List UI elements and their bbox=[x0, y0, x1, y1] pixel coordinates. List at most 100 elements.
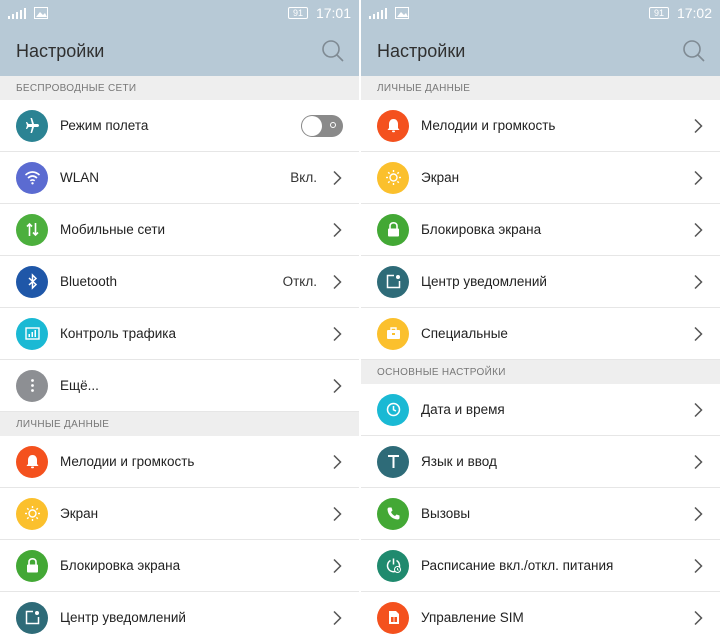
gallery-icon bbox=[395, 7, 409, 19]
settings-item-label: Язык и ввод bbox=[421, 454, 497, 469]
airplane-mode-toggle[interactable] bbox=[301, 114, 343, 137]
search-icon[interactable] bbox=[682, 39, 706, 63]
power-schedule-icon bbox=[377, 549, 409, 582]
gallery-icon bbox=[34, 7, 48, 19]
settings-item[interactable]: Контроль трафика bbox=[0, 308, 359, 360]
notification-icon bbox=[377, 265, 409, 298]
settings-item[interactable]: Центр уведомлений bbox=[361, 256, 720, 308]
settings-item-value: Откл. bbox=[282, 274, 317, 289]
toggle-knob bbox=[302, 115, 322, 136]
status-bar: 91 17:02 bbox=[361, 0, 720, 26]
traffic-icon bbox=[16, 317, 48, 350]
chevron-right-icon bbox=[694, 274, 703, 289]
settings-item[interactable]: Специальные bbox=[361, 308, 720, 360]
chevron-right-icon bbox=[333, 378, 342, 393]
settings-item-label: Центр уведомлений bbox=[421, 274, 547, 289]
settings-screen-right: 91 17:02 Настройки ЛИЧНЫЕ ДАННЫЕ Мелодии … bbox=[361, 0, 720, 640]
chevron-right-icon bbox=[333, 326, 342, 341]
settings-item-label: Управление SIM bbox=[421, 610, 524, 625]
battery-indicator: 91 bbox=[287, 7, 308, 19]
settings-item-label: Центр уведомлений bbox=[60, 610, 186, 625]
sim-icon bbox=[377, 601, 409, 634]
settings-item-label: Bluetooth bbox=[60, 274, 118, 289]
chevron-right-icon bbox=[694, 222, 703, 237]
page-title: Настройки bbox=[16, 40, 105, 61]
settings-item[interactable]: Блокировка экрана bbox=[361, 204, 720, 256]
section-header: ЛИЧНЫЕ ДАННЫЕ bbox=[361, 76, 720, 100]
settings-item[interactable]: Bluetooth Откл. bbox=[0, 256, 359, 308]
settings-item[interactable]: Блокировка экрана bbox=[0, 540, 359, 592]
mobile-data-icon bbox=[16, 213, 48, 246]
airplane-icon bbox=[16, 109, 48, 142]
settings-screen-left: 91 17:01 Настройки БЕСПРОВОДНЫЕ СЕТИ Режи… bbox=[0, 0, 359, 640]
app-bar: Настройки bbox=[0, 26, 359, 76]
signal-icon bbox=[369, 7, 387, 19]
chevron-right-icon bbox=[694, 170, 703, 185]
battery-indicator: 91 bbox=[648, 7, 669, 19]
chevron-right-icon bbox=[694, 558, 703, 573]
settings-item-label: Мобильные сети bbox=[60, 222, 166, 237]
chevron-right-icon bbox=[694, 326, 703, 341]
settings-item[interactable]: Дата и время bbox=[361, 384, 720, 436]
settings-item[interactable]: Экран bbox=[0, 488, 359, 540]
settings-item-label: Дата и время bbox=[421, 402, 505, 417]
chevron-right-icon bbox=[333, 506, 342, 521]
settings-item[interactable]: Режим полета bbox=[0, 100, 359, 152]
settings-item-label: Мелодии и громкость bbox=[60, 454, 195, 469]
settings-item[interactable]: Ещё... bbox=[0, 360, 359, 412]
brightness-icon bbox=[16, 497, 48, 530]
settings-item-value: Вкл. bbox=[290, 170, 317, 185]
settings-item[interactable]: Мелодии и громкость bbox=[361, 100, 720, 152]
app-bar: Настройки bbox=[361, 26, 720, 76]
settings-item-label: Ещё... bbox=[60, 378, 99, 393]
settings-item[interactable]: Язык и ввод bbox=[361, 436, 720, 488]
chevron-right-icon bbox=[694, 610, 703, 625]
language-icon bbox=[377, 445, 409, 478]
settings-item[interactable]: Экран bbox=[361, 152, 720, 204]
settings-item[interactable]: WLAN Вкл. bbox=[0, 152, 359, 204]
settings-item-label: Блокировка экрана bbox=[421, 222, 542, 237]
chevron-right-icon bbox=[694, 118, 703, 133]
chevron-right-icon bbox=[694, 454, 703, 469]
settings-item-label: Блокировка экрана bbox=[60, 558, 181, 573]
section-header: БЕСПРОВОДНЫЕ СЕТИ bbox=[0, 76, 359, 100]
more-icon bbox=[16, 369, 48, 402]
search-icon[interactable] bbox=[321, 39, 345, 63]
page-title: Настройки bbox=[377, 40, 466, 61]
settings-item-label: Контроль трафика bbox=[60, 326, 176, 341]
notification-icon bbox=[16, 601, 48, 634]
settings-item[interactable]: Центр уведомлений bbox=[0, 592, 359, 640]
clock: 17:01 bbox=[315, 5, 351, 21]
section-header: ЛИЧНЫЕ ДАННЫЕ bbox=[0, 412, 359, 436]
settings-item[interactable]: Мобильные сети bbox=[0, 204, 359, 256]
section-header: ОСНОВНЫЕ НАСТРОЙКИ bbox=[361, 360, 720, 384]
chevron-right-icon bbox=[694, 402, 703, 417]
signal-icon bbox=[8, 7, 26, 19]
settings-item[interactable]: Мелодии и громкость bbox=[0, 436, 359, 488]
settings-item-label: Экран bbox=[421, 170, 460, 185]
settings-item-label: WLAN bbox=[60, 170, 100, 185]
brightness-icon bbox=[377, 161, 409, 194]
clock-icon bbox=[377, 393, 409, 426]
wifi-icon bbox=[16, 161, 48, 194]
toggle-off-indicator bbox=[330, 121, 336, 128]
settings-item[interactable]: Расписание вкл./откл. питания bbox=[361, 540, 720, 592]
settings-list: ЛИЧНЫЕ ДАННЫЕ Мелодии и громкость Экран Бло… bbox=[361, 76, 720, 640]
chevron-right-icon bbox=[333, 454, 342, 469]
settings-item-label: Экран bbox=[60, 506, 99, 521]
toolbox-icon bbox=[377, 317, 409, 350]
settings-item-label: Мелодии и громкость bbox=[421, 118, 556, 133]
settings-item-label: Режим полета bbox=[60, 118, 149, 133]
settings-item[interactable]: Вызовы bbox=[361, 488, 720, 540]
lock-icon bbox=[16, 549, 48, 582]
chevron-right-icon bbox=[333, 170, 342, 185]
lock-icon bbox=[377, 213, 409, 246]
settings-item[interactable]: Управление SIM bbox=[361, 592, 720, 640]
bell-icon bbox=[16, 445, 48, 478]
chevron-right-icon bbox=[333, 274, 342, 289]
chevron-right-icon bbox=[333, 610, 342, 625]
chevron-right-icon bbox=[333, 558, 342, 573]
settings-item-label: Расписание вкл./откл. питания bbox=[421, 558, 614, 573]
status-bar: 91 17:01 bbox=[0, 0, 359, 26]
settings-item-label: Вызовы bbox=[421, 506, 471, 521]
